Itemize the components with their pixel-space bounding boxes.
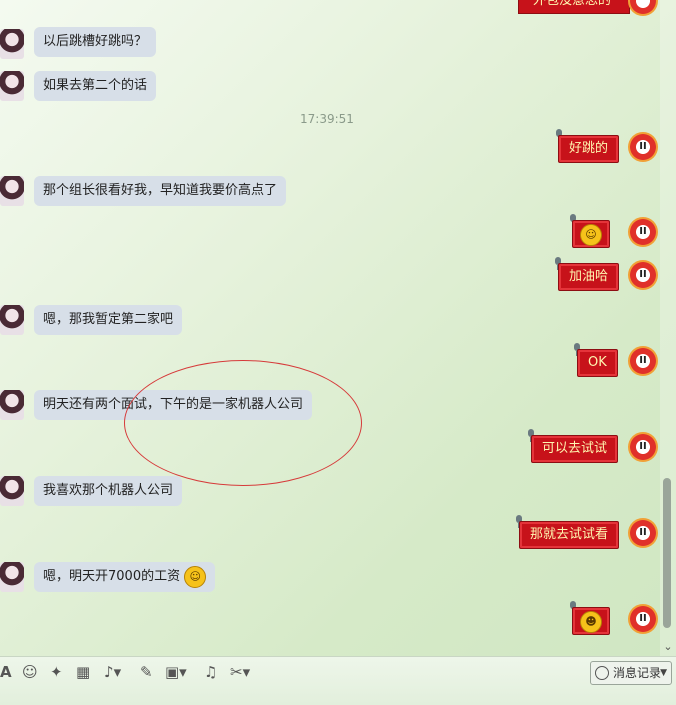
contact-avatar[interactable]: [0, 390, 24, 420]
chevron-down-icon: ▼: [660, 668, 667, 678]
grin-emoji-icon: ☺: [580, 224, 602, 246]
contact-avatar[interactable]: [0, 29, 24, 59]
scroll-down-icon[interactable]: ⌄: [660, 640, 676, 654]
message-bubble: 嗯，那我暂定第二家吧: [34, 305, 183, 335]
outgoing-message: 加油哈: [558, 263, 620, 291]
outgoing-message-partial: 外包没意思的: [518, 0, 630, 14]
chat-area: 外包没意思的 以后跳槽好跳吗？ 如果去第二个的话 17:39:51 好跳的 那个…: [0, 0, 660, 656]
message-bubble: 我喜欢那个机器人公司: [34, 476, 183, 506]
history-label: 消息记录: [613, 666, 662, 680]
self-avatar[interactable]: [628, 604, 658, 634]
message-bubble: 那个组长很看好我，早知道我要价高点了: [34, 176, 287, 206]
outgoing-message: OK: [577, 349, 618, 377]
edit-icon[interactable]: ✎: [140, 663, 153, 681]
contact-avatar[interactable]: [0, 71, 24, 101]
magic-icon[interactable]: ✦: [50, 663, 63, 681]
self-avatar[interactable]: [628, 518, 658, 548]
clock-icon: [595, 666, 609, 680]
laugh-emoji-icon: ☻: [580, 611, 602, 633]
message-text: 外包没意思的: [533, 0, 612, 8]
scrollbar-thumb[interactable]: [663, 478, 671, 628]
message-bubble: 嗯，明天开7000的工资 ☺: [34, 562, 216, 592]
screenshot-icon[interactable]: ✂▾: [230, 663, 250, 681]
message-text: 嗯，明天开7000的工资: [43, 569, 181, 584]
shake-icon[interactable]: ▦: [76, 663, 90, 681]
font-icon[interactable]: A: [0, 663, 12, 681]
outgoing-message: 好跳的: [558, 135, 620, 163]
self-avatar[interactable]: [628, 260, 658, 290]
message-bubble: 如果去第二个的话: [34, 71, 157, 101]
self-avatar[interactable]: [628, 346, 658, 376]
smile-emoji-icon: ☺: [184, 565, 207, 588]
self-avatar[interactable]: [628, 432, 658, 462]
contact-avatar[interactable]: [0, 305, 24, 335]
message-bubble: 以后跳槽好跳吗？: [34, 27, 157, 57]
contact-avatar[interactable]: [0, 476, 24, 506]
outgoing-message: ☺: [572, 220, 610, 248]
self-avatar[interactable]: [628, 217, 658, 247]
music-icon[interactable]: ♫: [204, 663, 217, 681]
outgoing-message: 可以去试试: [531, 435, 619, 463]
contact-avatar[interactable]: [0, 562, 24, 592]
self-avatar[interactable]: [628, 132, 658, 162]
image-icon[interactable]: ▣▾: [165, 663, 187, 681]
contact-avatar[interactable]: [0, 176, 24, 206]
outgoing-message: 那就去试试看: [519, 521, 620, 549]
self-avatar[interactable]: [628, 0, 658, 16]
annotation-circle: [124, 360, 362, 486]
voice-icon[interactable]: ♪▾: [104, 663, 121, 681]
timestamp: 17:39:51: [300, 112, 354, 126]
outgoing-message: ☻: [572, 607, 610, 635]
input-toolbar: A ☺ ✦ ▦ ♪▾ ✎ ▣▾ ♫ ✂▾ 消息记录 ▼: [0, 656, 676, 705]
message-history-button[interactable]: 消息记录 ▼: [590, 661, 672, 685]
emoji-icon[interactable]: ☺: [22, 663, 38, 681]
